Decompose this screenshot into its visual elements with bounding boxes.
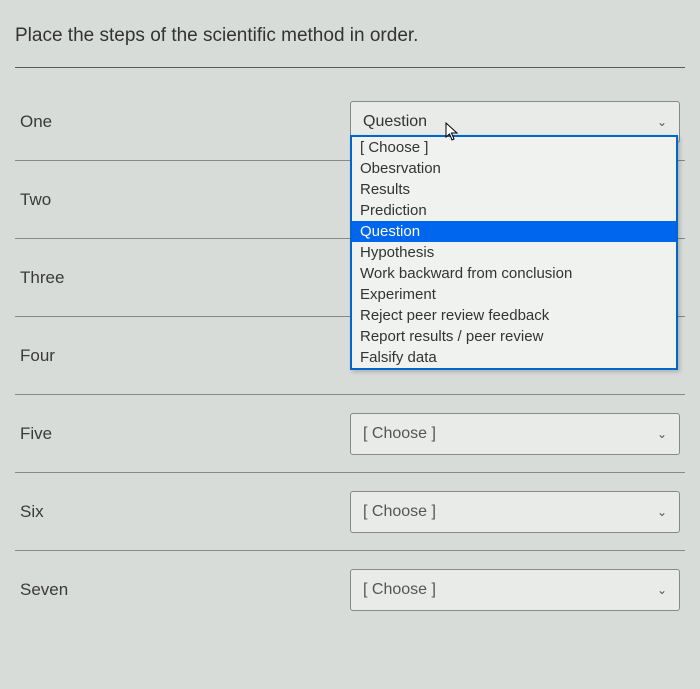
select-one-value: Question — [363, 113, 427, 131]
chevron-down-icon: ⌄ — [657, 427, 667, 441]
chevron-down-icon: ⌄ — [657, 505, 667, 519]
select-seven-value: [ Choose ] — [363, 581, 436, 599]
row-label-three: Three — [15, 268, 350, 288]
row-label-five: Five — [15, 424, 350, 444]
row-label-one: One — [15, 112, 350, 132]
dropdown-option-question[interactable]: Question — [352, 221, 676, 242]
chevron-down-icon: ⌄ — [657, 115, 667, 129]
dropdown-option-prediction[interactable]: Prediction — [352, 200, 676, 221]
question-prompt: Place the steps of the scientific method… — [15, 25, 685, 68]
dropdown-option-observation[interactable]: Obesrvation — [352, 158, 676, 179]
select-six[interactable]: [ Choose ] ⌄ — [350, 491, 680, 533]
chevron-down-icon: ⌄ — [657, 583, 667, 597]
row-seven: Seven [ Choose ] ⌄ — [15, 551, 685, 629]
dropdown-option-experiment[interactable]: Experiment — [352, 284, 676, 305]
dropdown-option-hypothesis[interactable]: Hypothesis — [352, 242, 676, 263]
dropdown-option-results[interactable]: Results — [352, 179, 676, 200]
row-one: One Question ⌄ [ Choose ] Obesrvation Re… — [15, 83, 685, 161]
dropdown-list[interactable]: [ Choose ] Obesrvation Results Predictio… — [350, 135, 678, 370]
dropdown-option-falsify[interactable]: Falsify data — [352, 347, 676, 368]
row-five: Five [ Choose ] ⌄ — [15, 395, 685, 473]
select-six-value: [ Choose ] — [363, 503, 436, 521]
select-seven[interactable]: [ Choose ] ⌄ — [350, 569, 680, 611]
row-label-four: Four — [15, 346, 350, 366]
row-label-two: Two — [15, 190, 350, 210]
row-label-six: Six — [15, 502, 350, 522]
select-five-value: [ Choose ] — [363, 425, 436, 443]
row-label-seven: Seven — [15, 580, 350, 600]
row-six: Six [ Choose ] ⌄ — [15, 473, 685, 551]
select-five[interactable]: [ Choose ] ⌄ — [350, 413, 680, 455]
dropdown-option-choose[interactable]: [ Choose ] — [352, 137, 676, 158]
dropdown-option-reject-feedback[interactable]: Reject peer review feedback — [352, 305, 676, 326]
dropdown-option-work-backward[interactable]: Work backward from conclusion — [352, 263, 676, 284]
dropdown-option-report-results[interactable]: Report results / peer review — [352, 326, 676, 347]
